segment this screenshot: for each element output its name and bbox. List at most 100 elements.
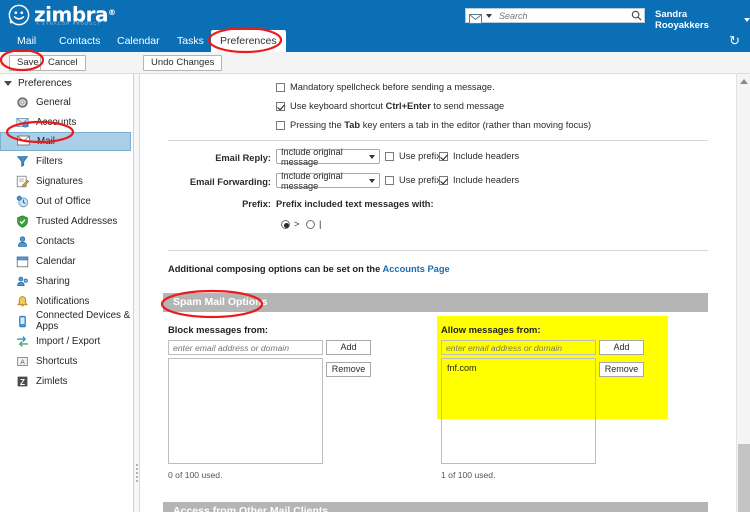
block-used-text: 0 of 100 used. [168, 470, 223, 480]
prefix-option-gt[interactable]: > [281, 219, 299, 229]
sidebar-item-filters[interactable]: Filters [0, 151, 133, 171]
search-icon[interactable] [628, 8, 644, 23]
search-bar[interactable] [465, 8, 645, 24]
sidebar-item-import-export[interactable]: Import / Export [0, 331, 133, 351]
keyboard-icon: A [16, 355, 29, 368]
email-reply-include-headers[interactable]: Include headers [439, 151, 519, 161]
tab-tasks[interactable]: Tasks [168, 30, 213, 52]
allow-remove-button[interactable]: Remove [599, 362, 644, 377]
checkbox-box[interactable] [276, 83, 285, 92]
vertical-scrollbar[interactable] [736, 74, 750, 512]
allow-messages-list[interactable]: fnf.com [441, 358, 596, 464]
sidebar-item-zimlets[interactable]: Z Zimlets [0, 371, 133, 391]
sidebar-item-label: Zimlets [36, 375, 68, 387]
sidebar-item-out-of-office[interactable]: Out of Office [0, 191, 133, 211]
preferences-toolbar: Save Cancel Undo Changes [0, 52, 750, 74]
prefix-option-label: | [319, 219, 322, 229]
block-remove-button[interactable]: Remove [326, 362, 371, 377]
prefix-option-pipe[interactable]: | [306, 219, 321, 229]
chevron-down-icon[interactable] [744, 18, 750, 22]
checkbox-tab-key-editor[interactable]: Pressing the Tab key enters a tab in the… [276, 120, 591, 130]
refresh-icon[interactable]: ↻ [729, 34, 740, 48]
email-forwarding-use-prefix[interactable]: Use prefix [385, 175, 441, 185]
sidebar-item-shortcuts[interactable]: A Shortcuts [0, 351, 133, 371]
splitter-grip[interactable] [136, 464, 138, 484]
checkbox-label: Mandatory spellcheck before sending a me… [290, 82, 495, 92]
checkbox-box[interactable] [439, 152, 448, 161]
block-messages-list[interactable] [168, 358, 323, 464]
chevron-down-icon[interactable] [486, 13, 492, 18]
sidebar-item-label: Signatures [36, 175, 83, 187]
radio-button[interactable] [281, 219, 290, 229]
envelope-icon [17, 135, 30, 148]
checkbox-box[interactable] [276, 121, 285, 130]
checkbox-mandatory-spellcheck[interactable]: Mandatory spellcheck before sending a me… [276, 82, 495, 92]
sidebar-item-label: Calendar [36, 255, 76, 267]
checkbox-box[interactable] [385, 152, 394, 161]
checkbox-label: Include headers [453, 175, 520, 185]
allow-add-button[interactable]: Add [599, 340, 644, 355]
checkbox-label: Use prefix [399, 175, 441, 185]
select-value: Include original message [281, 146, 343, 167]
calendar-icon [16, 255, 29, 268]
svg-text:Z: Z [20, 377, 25, 386]
sidebar-item-label: Import / Export [36, 335, 101, 347]
checkbox-label: Use prefix [399, 151, 441, 161]
sidebar-item-general[interactable]: General [0, 92, 133, 112]
list-item[interactable]: fnf.com [447, 363, 590, 373]
sidebar-item-trusted-addresses[interactable]: Trusted Addresses [0, 211, 133, 231]
sidebar-item-notifications[interactable]: Notifications [0, 291, 133, 311]
sidebar-item-label: Trusted Addresses [36, 215, 118, 227]
envelope-icon [469, 11, 483, 24]
prefix-description: Prefix included text messages with: [276, 199, 434, 209]
email-reply-use-prefix[interactable]: Use prefix [385, 151, 441, 161]
email-forwarding-select[interactable]: Include original message [276, 171, 380, 191]
tab-mail[interactable]: Mail [8, 30, 45, 52]
search-input[interactable] [497, 9, 628, 22]
sidebar-item-calendar[interactable]: Calendar [0, 251, 133, 271]
sidebar-header[interactable]: Preferences [0, 74, 133, 92]
chevron-down-icon[interactable] [369, 178, 375, 183]
cancel-button[interactable]: Cancel [40, 55, 86, 71]
sidebar-item-mail[interactable]: Mail [0, 132, 131, 151]
sidebar-item-label: Contacts [36, 235, 75, 247]
checkbox-ctrl-enter-send[interactable]: Use keyboard shortcut Ctrl+Enter to send… [276, 101, 504, 111]
allow-messages-input[interactable] [441, 340, 596, 355]
tab-calendar[interactable]: Calendar [108, 30, 169, 52]
sidebar-item-accounts[interactable]: Accounts [0, 112, 133, 132]
sidebar-item-label: Connected Devices & Apps [36, 310, 131, 332]
accounts-page-link[interactable]: Accounts Page [383, 264, 450, 274]
checkbox-box[interactable] [276, 102, 285, 111]
sidebar-item-label: Shortcuts [36, 355, 78, 367]
tab-preferences[interactable]: Preferences [211, 30, 286, 52]
email-forwarding-include-headers[interactable]: Include headers [439, 175, 519, 185]
prefix-option-label: > [294, 219, 300, 229]
tab-contacts[interactable]: Contacts [50, 30, 109, 52]
email-reply-select[interactable]: Include original message [276, 146, 380, 167]
zimbra-logo: zimbra® A SYNACOR PRODUCT [8, 3, 116, 26]
block-messages-title: Block messages from: [168, 324, 269, 335]
top-header-bar: zimbra® A SYNACOR PRODUCT Sandra Ro [0, 0, 750, 31]
checkbox-box[interactable] [439, 176, 448, 185]
triangle-down-icon[interactable] [4, 80, 12, 86]
import-export-icon [16, 335, 29, 348]
sidebar-item-sharing[interactable]: Sharing [0, 271, 133, 291]
block-messages-input[interactable] [168, 340, 323, 355]
checkbox-box[interactable] [385, 176, 394, 185]
sidebar-splitter[interactable] [134, 74, 140, 512]
app-tab-strip: Mail Contacts Calendar Tasks Preferences… [0, 30, 750, 52]
undo-changes-button[interactable]: Undo Changes [143, 55, 223, 71]
sidebar-item-connected-devices[interactable]: Connected Devices & Apps [0, 310, 133, 332]
bell-icon [16, 295, 29, 308]
sidebar-item-signatures[interactable]: Signatures [0, 171, 133, 191]
chevron-down-icon[interactable] [369, 154, 375, 159]
sidebar-item-label: Notifications [36, 295, 90, 307]
email-forwarding-label: Email Forwarding: [189, 177, 271, 187]
block-add-button[interactable]: Add [326, 340, 371, 355]
sidebar-item-contacts[interactable]: Contacts [0, 231, 133, 251]
scrollbar-thumb[interactable] [738, 444, 750, 512]
radio-button[interactable] [306, 219, 315, 229]
user-menu-button[interactable]: Sandra Rooyakkers [655, 9, 750, 31]
scroll-up-arrow-icon[interactable] [740, 79, 748, 84]
signature-icon [16, 175, 30, 188]
